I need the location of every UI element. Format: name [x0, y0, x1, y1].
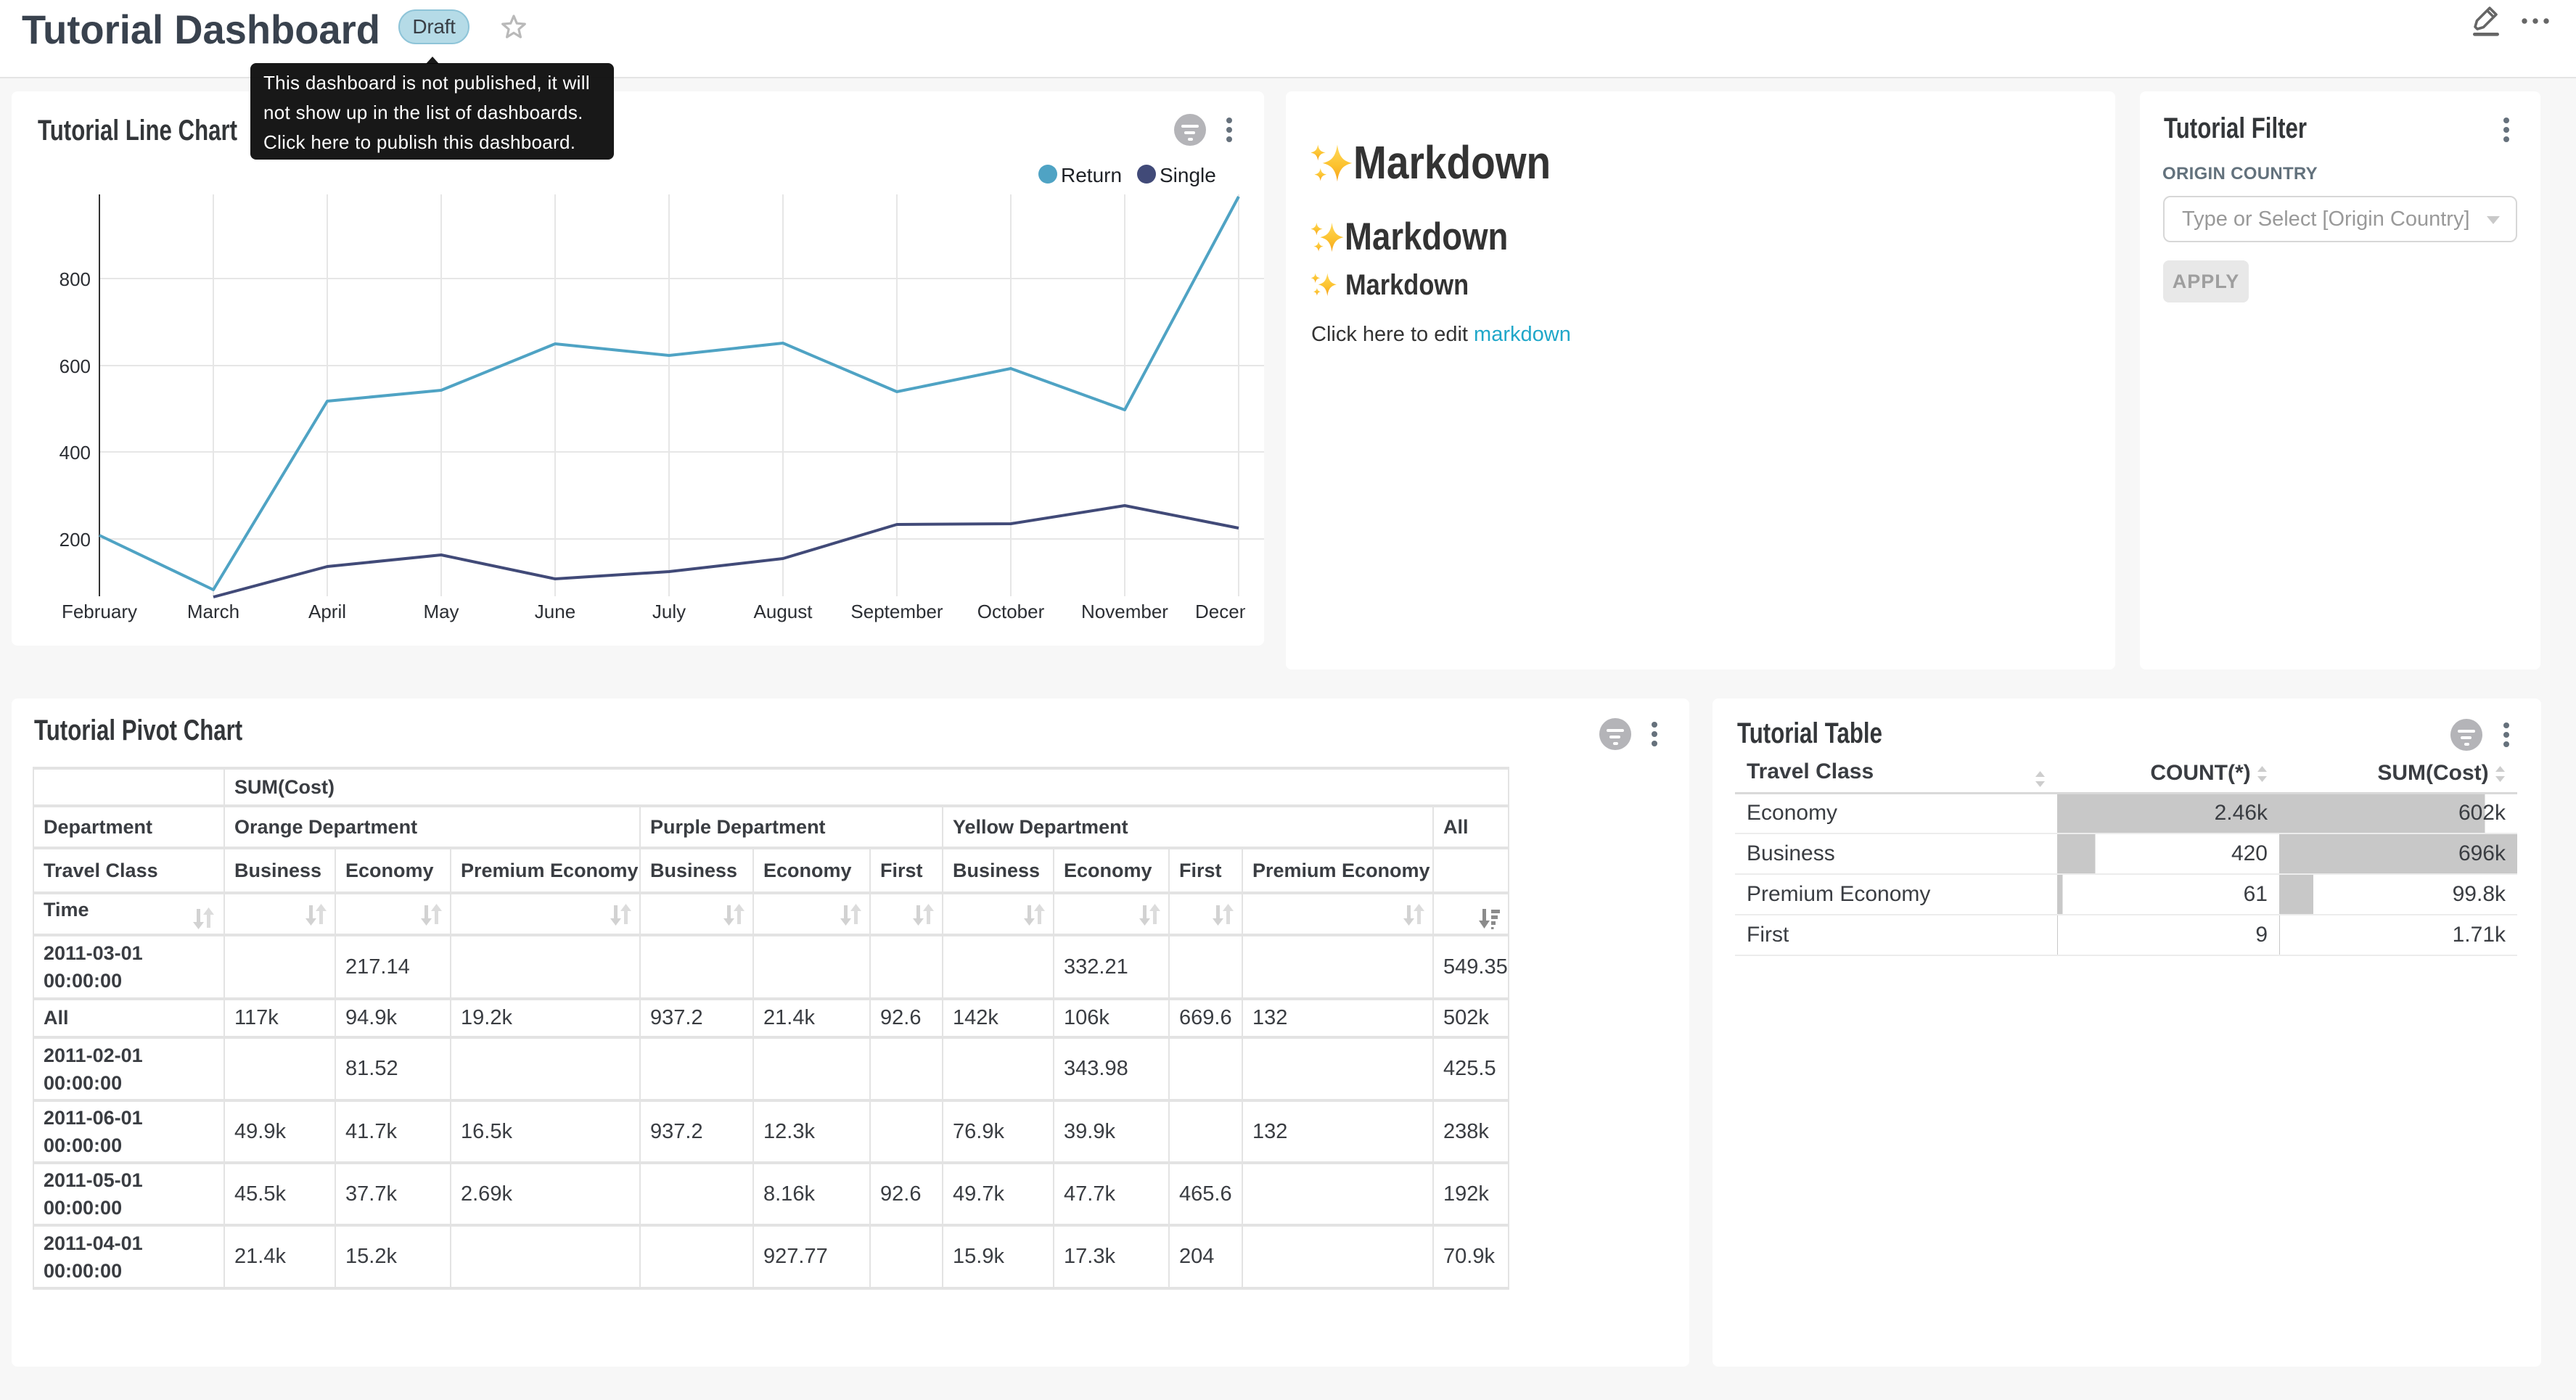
- svg-text:200: 200: [60, 529, 91, 551]
- svg-text:February: February: [62, 601, 137, 622]
- svg-text:April: April: [308, 601, 346, 622]
- svg-text:June: June: [535, 601, 575, 622]
- svg-text:October: October: [977, 601, 1045, 622]
- svg-text:November: November: [1081, 601, 1168, 622]
- svg-text:March: March: [187, 601, 239, 622]
- svg-text:600: 600: [60, 355, 91, 377]
- svg-text:May: May: [423, 601, 459, 622]
- svg-text:September: September: [850, 601, 943, 622]
- svg-text:August: August: [754, 601, 813, 622]
- svg-text:July: July: [652, 601, 686, 622]
- svg-text:December: December: [1195, 601, 1264, 622]
- svg-text:800: 800: [60, 268, 91, 290]
- svg-text:400: 400: [60, 442, 91, 464]
